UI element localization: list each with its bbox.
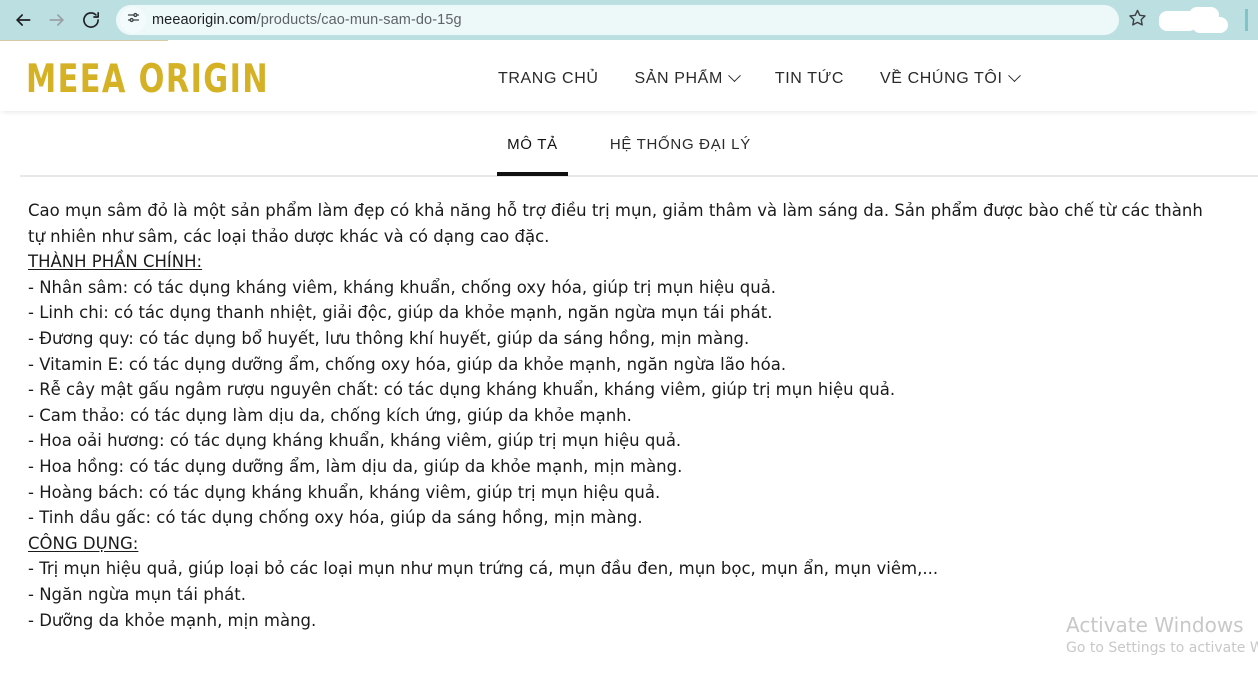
intro-line-2: tự nhiên như sâm, các loại thảo dược khá… [28,226,550,246]
ingredient-item: - Hoa hồng: có tác dụng dưỡng ẩm, làm dị… [28,456,683,476]
nav-item-ve-chung-toi[interactable]: VỀ CHÚNG TÔI [880,69,1021,88]
nav-item-tin-tuc[interactable]: TIN TỨC [775,70,844,88]
tab-label: MÔ TẢ [507,135,558,153]
browser-toolbar: meeaorigin.com/products/cao-mun-sam-do-1… [0,0,1258,40]
site-settings-sliders-icon [126,10,141,30]
ingredient-item: - Hoàng bách: có tác dụng kháng khuẩn, k… [28,482,661,502]
product-description: Cao mụn sâm đỏ là một sản phẩm làm đẹp c… [0,176,1258,633]
chevron-down-icon [1007,69,1021,83]
ingredient-item: - Rễ cây mật gấu ngâm rượu nguyên chất: … [28,380,896,400]
nav-item-label: VỀ CHÚNG TÔI [880,69,1003,87]
back-button[interactable] [8,5,38,35]
url-text: meeaorigin.com/products/cao-mun-sam-do-1… [152,12,1115,28]
ingredient-item: - Linh chi: có tác dụng thanh nhiệt, giả… [28,303,773,323]
star-icon [1128,8,1147,32]
ingredients-heading: THÀNH PHẦN CHÍNH: [28,252,203,272]
reload-icon [81,10,101,30]
nav-item-trang-chu[interactable]: TRANG CHỦ [498,70,599,88]
chevron-down-icon [728,69,741,83]
window-edge-caret [1245,9,1248,31]
forward-arrow-icon [47,10,67,30]
tab-mo-ta[interactable]: MÔ TẢ [497,111,568,177]
nav-item-label: TRANG CHỦ [498,69,599,87]
main-navigation: TRANG CHỦ SẢN PHẨM TIN TỨC VỀ CHÚNG TÔI [498,46,1021,111]
site-logo[interactable]: MEEA ORIGIN [26,55,269,101]
address-bar[interactable]: meeaorigin.com/products/cao-mun-sam-do-1… [116,5,1119,35]
forward-button[interactable] [42,5,72,35]
nav-item-san-pham[interactable]: SẢN PHẨM [634,69,741,88]
product-tabs-container: MÔ TẢ HỆ THỐNG ĐẠI LÝ [0,111,1258,177]
url-path: /products/cao-mun-sam-do-15g [256,12,462,28]
reload-button[interactable] [76,5,106,35]
intro-line-1: Cao mụn sâm đỏ là một sản phẩm làm đẹp c… [28,201,1203,220]
tab-he-thong-dai-ly[interactable]: HỆ THỐNG ĐẠI LÝ [600,111,761,177]
use-item: - Ngăn ngừa mụn tái phát. [28,584,246,604]
nav-item-label: TIN TỨC [774,69,845,87]
ingredient-item: - Hoa oải hương: có tác dụng kháng khuẩn… [28,431,682,451]
back-arrow-icon [13,10,33,30]
ingredient-item: - Nhân sâm: có tác dụng kháng viêm, khán… [28,277,777,297]
product-tabs: MÔ TẢ HỆ THỐNG ĐẠI LÝ [0,111,1258,177]
use-item: - Trị mụn hiệu quả, giúp loại bỏ các loạ… [28,559,939,579]
redacted-toolbar-region [1159,7,1237,33]
use-item: - Dưỡng da khỏe mạnh, mịn màng. [28,610,317,630]
site-settings-button[interactable] [120,7,146,33]
ingredient-item: - Tinh dầu gấc: có tác dụng chống oxy hó… [28,508,643,528]
ingredient-item: - Đương quy: có tác dụng bổ huyết, lưu t… [28,328,750,348]
nav-item-label: SẢN PHẨM [634,69,723,87]
tab-label: HỆ THỐNG ĐẠI LÝ [609,135,751,153]
uses-heading: CÔNG DỤNG: [28,533,139,553]
ingredient-item: - Vitamin E: có tác dụng dưỡng ẩm, chống… [28,354,787,374]
ingredient-item: - Cam thảo: có tác dụng làm dịu da, chốn… [28,405,632,425]
bookmark-button[interactable] [1123,6,1151,34]
watermark-subtitle: Go to Settings to activate Wi [1066,640,1258,656]
url-domain: meeaorigin.com [152,12,257,28]
site-header: MEEA ORIGIN TRANG CHỦ SẢN PHẨM TIN TỨC V… [0,46,1258,111]
